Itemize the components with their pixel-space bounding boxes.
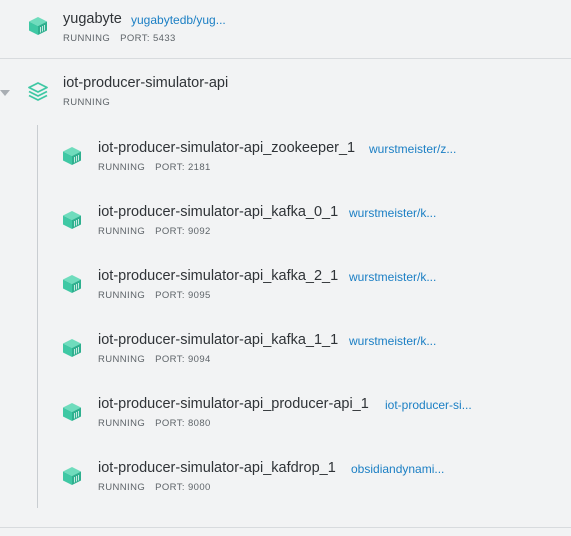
port-label: PORT: 5433	[120, 33, 176, 44]
image-link[interactable]: wurstmeister/z...	[369, 142, 456, 156]
divider	[0, 527, 571, 528]
image-link[interactable]: obsidiandynami...	[351, 462, 444, 476]
container-row[interactable]: iot-producer-simulator-api_producer-api_…	[60, 394, 560, 444]
image-link[interactable]: wurstmeister/k...	[349, 270, 436, 284]
stack-icon	[28, 82, 48, 101]
image-link[interactable]: wurstmeister/k...	[349, 206, 436, 220]
port-label: PORT: 9092	[155, 226, 211, 237]
container-row[interactable]: iot-producer-simulator-api_kafka_1_1 wur…	[60, 330, 560, 380]
status-label: RUNNING	[63, 33, 111, 44]
container-icon	[63, 403, 81, 421]
port-label: PORT: 9000	[155, 482, 211, 493]
container-icon	[63, 275, 81, 293]
port-label: PORT: 9095	[155, 290, 211, 301]
container-meta: RUNNING PORT: 9094	[98, 354, 211, 365]
container-icon	[63, 467, 81, 485]
container-row[interactable]: iot-producer-simulator-api_kafka_0_1 wur…	[60, 202, 560, 252]
status-label: RUNNING	[98, 162, 146, 173]
container-name: iot-producer-simulator-api_kafka_0_1	[98, 204, 339, 220]
port-label: PORT: 9094	[155, 354, 211, 365]
container-icon	[63, 147, 81, 165]
container-name: iot-producer-simulator-api_zookeeper_1	[98, 140, 356, 156]
container-meta: RUNNING PORT: 9095	[98, 290, 211, 301]
chevron-down-icon[interactable]	[0, 90, 10, 96]
container-row[interactable]: iot-producer-simulator-api_kafka_2_1 wur…	[60, 266, 560, 316]
container-row[interactable]: iot-producer-simulator-api_zookeeper_1 w…	[60, 138, 560, 188]
container-name: iot-producer-simulator-api_kafdrop_1	[98, 460, 336, 476]
status-label: RUNNING	[98, 418, 146, 429]
container-name: iot-producer-simulator-api_kafka_2_1	[98, 268, 339, 284]
status-label: RUNNING	[98, 482, 146, 493]
port-label: PORT: 2181	[155, 162, 211, 173]
container-meta: RUNNING PORT: 8080	[98, 418, 211, 429]
port-label: PORT: 8080	[155, 418, 211, 429]
container-name: yugabyte	[63, 11, 122, 27]
image-link[interactable]: yugabytedb/yug...	[131, 13, 226, 27]
image-link[interactable]: wurstmeister/k...	[349, 334, 436, 348]
container-meta: RUNNING PORT: 5433	[63, 33, 176, 44]
status-label: RUNNING	[98, 226, 146, 237]
container-icon	[63, 339, 81, 357]
container-meta: RUNNING PORT: 9000	[98, 482, 211, 493]
status-label: RUNNING	[98, 354, 146, 365]
tree-connector	[37, 125, 38, 508]
container-meta: RUNNING PORT: 9092	[98, 226, 211, 237]
container-icon	[63, 211, 81, 229]
container-icon	[29, 17, 47, 35]
app-group-name: iot-producer-simulator-api	[63, 75, 229, 91]
container-name: iot-producer-simulator-api_kafka_1_1	[98, 332, 339, 348]
status-label: RUNNING	[98, 290, 146, 301]
container-row-yugabyte[interactable]: yugabyte yugabytedb/yug... RUNNING PORT: …	[0, 0, 571, 59]
image-link[interactable]: iot-producer-si...	[385, 398, 472, 412]
app-group-status: RUNNING	[63, 97, 111, 108]
container-name: iot-producer-simulator-api_producer-api_…	[98, 396, 369, 412]
container-meta: RUNNING PORT: 2181	[98, 162, 211, 173]
container-row[interactable]: iot-producer-simulator-api_kafdrop_1 obs…	[60, 458, 560, 508]
